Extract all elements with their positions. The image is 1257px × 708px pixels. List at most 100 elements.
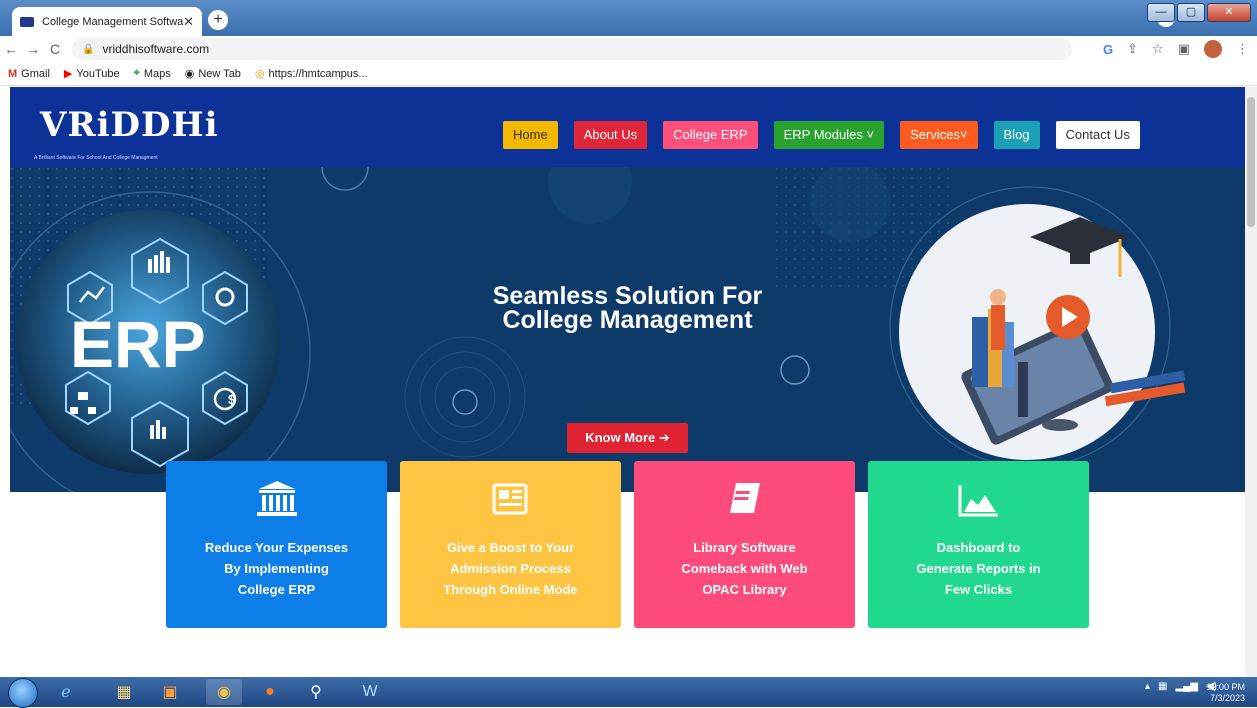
- google-icon[interactable]: G: [1103, 42, 1113, 57]
- url-text: vriddhisoftware.com: [102, 42, 210, 56]
- feature-card[interactable]: Reduce Your Expenses By Implementing Col…: [166, 461, 387, 628]
- nav-item-about-us[interactable]: About Us: [573, 121, 648, 149]
- browser-tab[interactable]: College Management Software S ✕: [12, 7, 202, 36]
- site-tagline: A Brilliant Software For School And Coll…: [34, 155, 158, 161]
- card-text: Library Software Comeback with Web OPAC …: [634, 537, 855, 600]
- close-window-icon[interactable]: ✕: [1207, 3, 1251, 22]
- bookmarks-bar: M Gmail ▶ YouTube ⌖ Maps ◉ New Tab ◎ https://…: [0, 62, 1257, 86]
- browser-toolbar: ← → C 🔒 vriddhisoftware.com G ⇪ ☆ ▣ ⋮: [0, 36, 1257, 62]
- card-line: Comeback with Web: [681, 561, 808, 576]
- card-line: Reduce Your Expenses: [204, 540, 349, 555]
- card-line: College ERP: [237, 582, 316, 597]
- minimize-icon[interactable]: —: [1147, 3, 1175, 22]
- clock-date: 7/3/2023: [1209, 693, 1245, 703]
- globe-icon: ◉: [184, 68, 195, 80]
- share-icon[interactable]: ⇪: [1127, 41, 1138, 57]
- magnifier-icon[interactable]: ⚲: [298, 679, 334, 705]
- bookmark-label: New Tab: [198, 67, 241, 80]
- card-line: Library Software: [693, 540, 796, 555]
- signal-icon[interactable]: ▂▄▆: [1176, 681, 1198, 692]
- card-line: Give a Boost to Your: [446, 540, 575, 555]
- network-icon[interactable]: ▦: [1158, 681, 1167, 692]
- back-icon[interactable]: ←: [0, 41, 22, 57]
- site-icon: ◎: [254, 68, 265, 80]
- card-line: By Implementing: [224, 561, 329, 576]
- star-icon[interactable]: ☆: [1152, 41, 1164, 57]
- bookmark-gmail[interactable]: M Gmail: [8, 68, 50, 80]
- reload-icon[interactable]: C: [44, 41, 66, 57]
- card-line: Generate Reports in: [916, 561, 1041, 576]
- toolbar-actions: G ⇪ ☆ ▣ ⋮: [1103, 40, 1249, 58]
- address-bar[interactable]: 🔒 vriddhisoftware.com: [72, 38, 1072, 60]
- nav-item-college-erp[interactable]: College ERP: [663, 121, 758, 149]
- bookmark-label: YouTube: [76, 67, 120, 80]
- window-controls: — ▢ ✕: [1147, 3, 1251, 22]
- word-icon[interactable]: W: [352, 679, 388, 705]
- bank-icon: [257, 481, 297, 516]
- bookmark-newtab[interactable]: ◉ New Tab: [184, 67, 241, 81]
- card-line: Few Clicks: [944, 582, 1013, 597]
- media-player-icon[interactable]: ▣: [152, 679, 188, 705]
- side-panel-icon[interactable]: ▣: [1178, 41, 1190, 57]
- page-scrollbar[interactable]: [1245, 87, 1257, 677]
- file-explorer-icon[interactable]: ▦: [106, 679, 142, 705]
- know-more-button[interactable]: Know More ➔: [567, 423, 688, 453]
- card-text: Dashboard to Generate Reports in Few Cli…: [868, 537, 1089, 600]
- ie-icon[interactable]: ℯ: [48, 679, 84, 705]
- nav-item-contact-us[interactable]: Contact Us: [1055, 121, 1140, 149]
- windows-taskbar: ℯ ▦ ▣ ◉ ● ⚲ W ▴ ▦ ▂▄▆ ◀) 12:00 PM 7/3/20…: [0, 677, 1257, 708]
- bookmark-youtube[interactable]: ▶ YouTube: [63, 67, 120, 81]
- nav-item-home[interactable]: Home: [503, 121, 558, 149]
- tab-title: College Management Software S: [42, 15, 184, 28]
- close-tab-icon[interactable]: ✕: [183, 14, 194, 30]
- nav-item-erp-modules[interactable]: ERP Modules ˅: [773, 121, 885, 149]
- menu-icon[interactable]: ⋮: [1236, 41, 1249, 57]
- hero-banner: $ ERP Seamless Solution For College Mana…: [10, 167, 1245, 492]
- card-line: OPAC Library: [702, 582, 787, 597]
- maximize-icon[interactable]: ▢: [1177, 3, 1205, 22]
- profile-avatar[interactable]: [1204, 40, 1222, 58]
- gmail-icon: M: [8, 67, 18, 80]
- clock-time: 12:00 PM: [1206, 682, 1245, 692]
- scrollbar-thumb[interactable]: [1247, 97, 1255, 227]
- chrome-icon[interactable]: ◉: [206, 679, 242, 705]
- browser-titlebar: College Management Software S ✕ + ⌄ — ▢ …: [0, 0, 1257, 36]
- site-header: VRiDDHi A Brilliant Software For School …: [10, 87, 1245, 167]
- feature-card[interactable]: Dashboard to Generate Reports in Few Cli…: [868, 461, 1089, 628]
- site-logo[interactable]: VRiDDHi: [40, 105, 219, 145]
- bookmark-label: https://hmtcampus...: [268, 67, 368, 80]
- card-text: Give a Boost to Your Admission Process T…: [400, 537, 621, 600]
- card-line: Admission Process: [450, 561, 571, 576]
- system-clock[interactable]: 12:00 PM 7/3/2023: [1206, 682, 1245, 704]
- bookmark-label: Gmail: [21, 67, 50, 80]
- main-nav: Home About Us College ERP ERP Modules ˅ Serv…: [503, 121, 1156, 149]
- nav-item-services[interactable]: Services˅: [900, 121, 978, 149]
- bookmark-hmtcampus[interactable]: ◎ https://hmtcampus...: [254, 67, 368, 81]
- newspaper-icon: [492, 483, 528, 515]
- hero-title-line: College Management: [502, 306, 753, 334]
- site-favicon-icon: [20, 16, 34, 27]
- forward-icon[interactable]: →: [22, 41, 44, 57]
- hero-title: Seamless Solution For College Management: [10, 282, 1245, 334]
- feature-card[interactable]: Library Software Comeback with Web OPAC …: [634, 461, 855, 628]
- new-tab-button[interactable]: +: [208, 10, 228, 30]
- book-icon: [730, 483, 760, 513]
- firefox-icon[interactable]: ●: [252, 679, 288, 705]
- tray-arrow-icon[interactable]: ▴: [1145, 681, 1150, 692]
- card-line: Dashboard to: [936, 540, 1021, 555]
- nav-item-blog[interactable]: Blog: [993, 121, 1040, 149]
- card-line: Through Online Mode: [443, 582, 578, 597]
- svg-text:$: $: [228, 392, 236, 407]
- start-button[interactable]: [8, 678, 38, 708]
- card-text: Reduce Your Expenses By Implementing Col…: [166, 537, 387, 600]
- hero-title-line: Seamless Solution For: [492, 282, 763, 310]
- maps-icon: ⌖: [133, 67, 140, 79]
- youtube-icon: ▶: [63, 68, 73, 80]
- bookmark-maps[interactable]: ⌖ Maps: [134, 67, 171, 80]
- feature-cards: Reduce Your Expenses By Implementing Col…: [166, 461, 1090, 629]
- lock-icon: 🔒: [82, 43, 95, 55]
- page-viewport: VRiDDHi A Brilliant Software For School …: [0, 87, 1245, 677]
- bookmark-label: Maps: [143, 67, 171, 80]
- area-chart-icon: [958, 485, 998, 517]
- feature-card[interactable]: Give a Boost to Your Admission Process T…: [400, 461, 621, 628]
